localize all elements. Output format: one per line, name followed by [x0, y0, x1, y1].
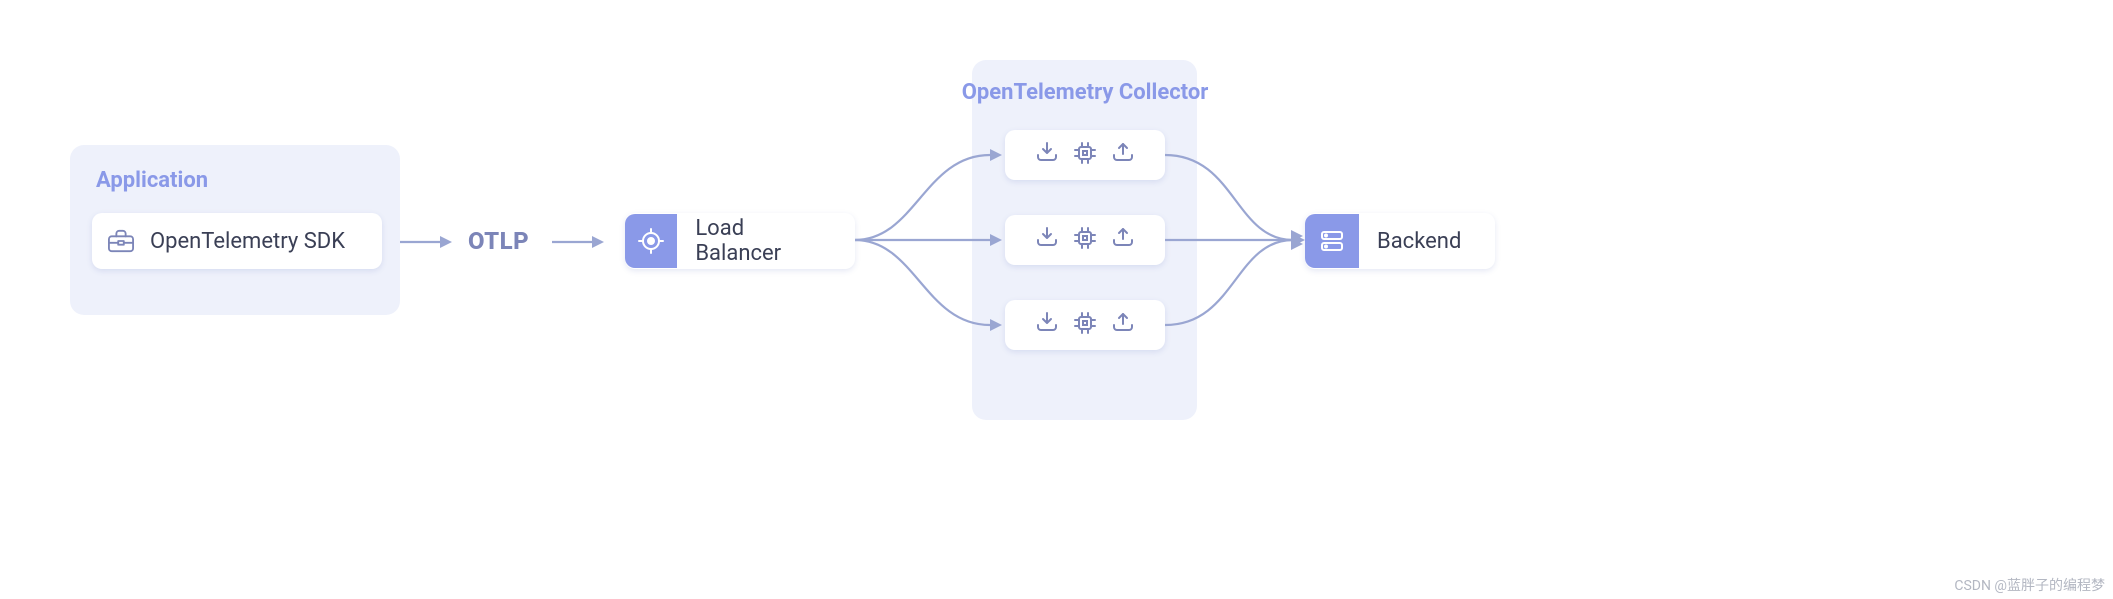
backend-label: Backend [1359, 229, 1485, 254]
target-icon [625, 214, 677, 268]
receive-icon [1035, 141, 1059, 169]
collector-pipeline-1 [1005, 130, 1165, 180]
application-panel-title: Application [96, 168, 208, 193]
collector-pipeline-2 [1005, 215, 1165, 265]
load-balancer-card: Load Balancer [625, 213, 855, 269]
receive-icon [1035, 311, 1059, 339]
arrow-otlp-to-lb [552, 232, 604, 252]
watermark: CSDN @蓝胖子的编程梦 [1954, 575, 2105, 595]
export-icon [1111, 226, 1135, 254]
load-balancer-label: Load Balancer [677, 216, 855, 266]
sdk-card: OpenTelemetry SDK [92, 213, 382, 269]
collector-panel-title: OpenTelemetry Collector [945, 80, 1225, 105]
sdk-card-label: OpenTelemetry SDK [150, 229, 369, 254]
process-icon [1073, 141, 1097, 169]
diagram-stage: Application OpenTelemetry SDK OTLP [0, 0, 2113, 599]
process-icon [1073, 311, 1097, 339]
backend-card: Backend [1305, 213, 1495, 269]
export-icon [1111, 141, 1135, 169]
arrow-sdk-to-otlp [400, 232, 452, 252]
collector-pipeline-3 [1005, 300, 1165, 350]
process-icon [1073, 226, 1097, 254]
receive-icon [1035, 226, 1059, 254]
server-icon [1305, 214, 1359, 268]
protocol-label: OTLP [468, 227, 529, 255]
toolbox-icon [92, 228, 150, 254]
export-icon [1111, 311, 1135, 339]
